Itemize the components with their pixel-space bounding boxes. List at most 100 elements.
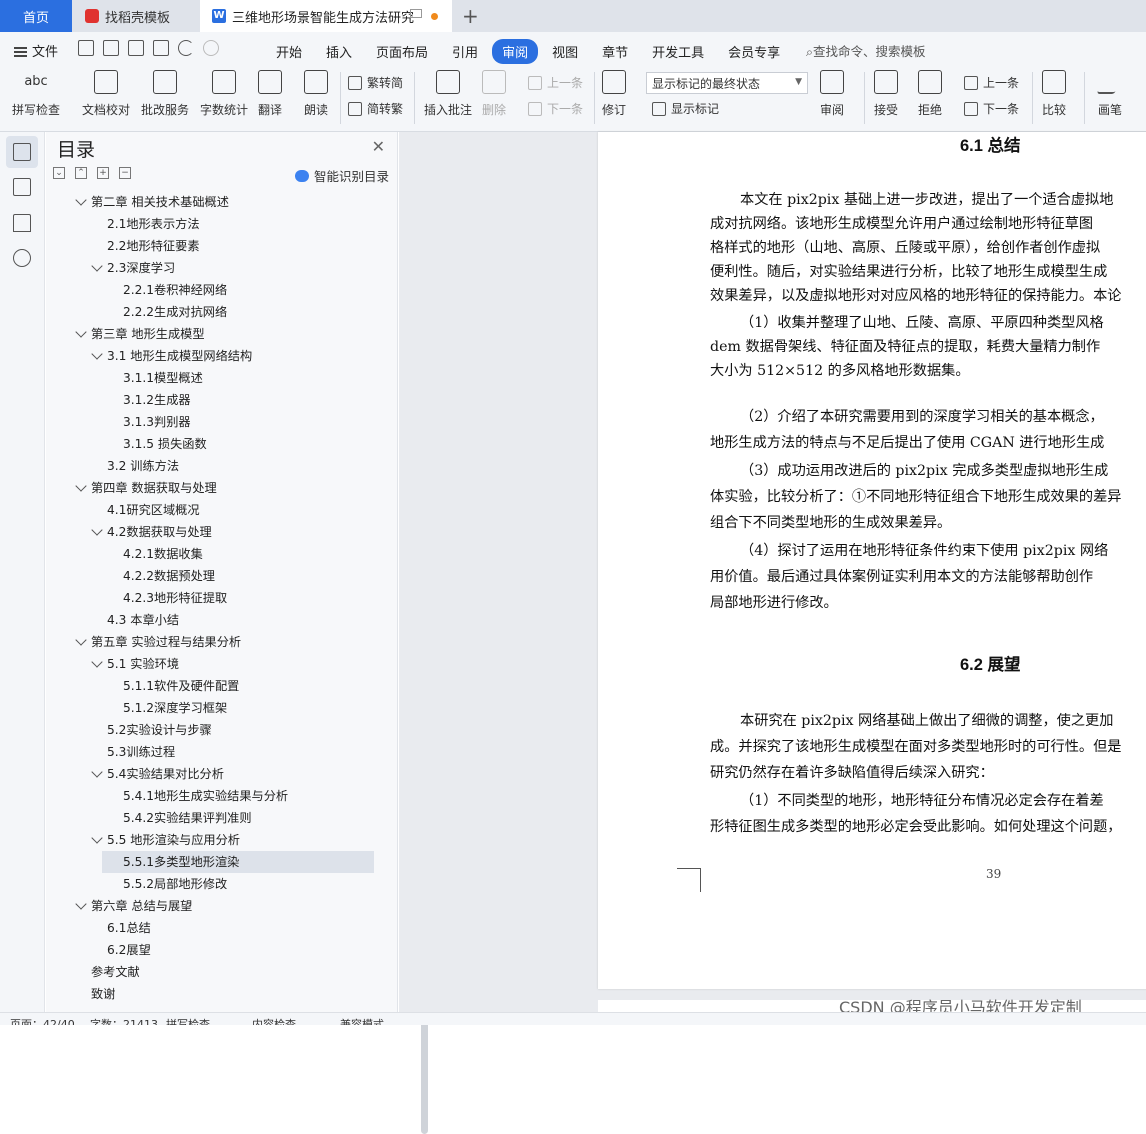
- toc-item[interactable]: 4.2.2数据预处理: [46, 565, 376, 587]
- toc-item[interactable]: 5.3训练过程: [46, 741, 376, 763]
- menu-review[interactable]: 审阅: [492, 39, 539, 64]
- toc-item[interactable]: 6.2展望: [46, 939, 376, 961]
- collapse-up-icon[interactable]: ⌃: [75, 167, 87, 179]
- chevron-down-icon[interactable]: [91, 348, 103, 360]
- toc-item[interactable]: 5.2实验设计与步骤: [46, 719, 376, 741]
- collapse-minus-icon[interactable]: −: [119, 167, 131, 179]
- prev-change-button[interactable]: 上一条: [964, 74, 1019, 91]
- doc-check-button[interactable]: 文档校对: [82, 70, 130, 118]
- next-comment-button[interactable]: 下一条: [528, 100, 583, 117]
- toc-item[interactable]: 第二章 相关技术基础概述: [46, 191, 376, 213]
- menu-member[interactable]: 会员专享: [728, 39, 780, 64]
- toc-item[interactable]: 4.2.3地形特征提取: [46, 587, 376, 609]
- tab-document[interactable]: W 三维地形场景智能生成方法研究: [200, 0, 452, 32]
- prev-comment-button[interactable]: 上一条: [528, 74, 583, 91]
- menu-references[interactable]: 引用: [452, 39, 478, 64]
- print-icon[interactable]: [128, 40, 144, 56]
- toc-item[interactable]: 4.3 本章小结: [46, 609, 376, 631]
- toc-item[interactable]: 5.1 实验环境: [46, 653, 376, 675]
- toc-item[interactable]: 5.4.1地形生成实验结果与分析: [46, 785, 376, 807]
- translate-button[interactable]: 翻译: [258, 70, 282, 118]
- compare-button[interactable]: 比较: [1042, 70, 1066, 118]
- toc-item[interactable]: 第三章 地形生成模型: [46, 323, 376, 345]
- new-tab-plus-icon[interactable]: +: [462, 4, 479, 28]
- spellcheck-button[interactable]: abc 拼写检查: [12, 70, 60, 118]
- chevron-down-icon[interactable]: [75, 898, 87, 910]
- chevron-down-icon[interactable]: [91, 260, 103, 272]
- redo-icon[interactable]: [203, 40, 219, 56]
- toc-item[interactable]: 3.1 地形生成模型网络结构: [46, 345, 376, 367]
- collapse-down-icon[interactable]: ⌄: [53, 167, 65, 179]
- show-markup-button[interactable]: 显示标记: [652, 100, 719, 117]
- monitor-icon[interactable]: [410, 9, 422, 18]
- toc-item[interactable]: 3.1.5 损失函数: [46, 433, 376, 455]
- revise-button[interactable]: 修订: [602, 70, 626, 118]
- review-pane-button[interactable]: 审阅: [820, 70, 844, 118]
- toc-item[interactable]: 4.2.1数据收集: [46, 543, 376, 565]
- toc-item[interactable]: 2.1地形表示方法: [46, 213, 376, 235]
- chevron-down-icon[interactable]: [75, 326, 87, 338]
- insert-comment-button[interactable]: 插入批注: [424, 70, 472, 118]
- chevron-down-icon[interactable]: [75, 480, 87, 492]
- simp-to-trad-button[interactable]: 简转繁: [348, 100, 403, 117]
- toc-item[interactable]: 3.1.2生成器: [46, 389, 376, 411]
- toc-item[interactable]: 2.3深度学习: [46, 257, 376, 279]
- tab-template[interactable]: 找稻壳模板: [73, 0, 199, 32]
- tab-home[interactable]: 首页: [0, 0, 72, 32]
- toc-item[interactable]: 2.2.1卷积神经网络: [46, 279, 376, 301]
- save-icon[interactable]: [78, 40, 94, 56]
- toc-item[interactable]: 5.4实验结果对比分析: [46, 763, 376, 785]
- chevron-down-icon[interactable]: [75, 634, 87, 646]
- print-preview-icon[interactable]: [153, 40, 169, 56]
- bookmark-icon[interactable]: [13, 214, 31, 232]
- toc-item[interactable]: 5.5 地形渲染与应用分析: [46, 829, 376, 851]
- toc-item[interactable]: 第六章 总结与展望: [46, 895, 376, 917]
- next-change-button[interactable]: 下一条: [964, 100, 1019, 117]
- chevron-down-icon[interactable]: [75, 194, 87, 206]
- menu-view[interactable]: 视图: [552, 39, 578, 64]
- undo-icon[interactable]: [178, 40, 194, 56]
- toc-item[interactable]: 第四章 数据获取与处理: [46, 477, 376, 499]
- toc-item[interactable]: 5.1.2深度学习框架: [46, 697, 376, 719]
- toc-item[interactable]: 4.1研究区域概况: [46, 499, 376, 521]
- chevron-down-icon[interactable]: [91, 656, 103, 668]
- toc-item[interactable]: 参考文献: [46, 961, 376, 983]
- toc-item[interactable]: 第五章 实验过程与结果分析: [46, 631, 376, 653]
- export-pdf-icon[interactable]: [103, 40, 119, 56]
- chapter-nav-icon[interactable]: [13, 178, 31, 196]
- word-count-button[interactable]: 字数统计: [200, 70, 248, 118]
- search-icon[interactable]: [13, 249, 31, 267]
- toc-item[interactable]: 2.2.2生成对抗网络: [46, 301, 376, 323]
- read-aloud-button[interactable]: 朗读: [304, 70, 328, 118]
- toc-panel-icon[interactable]: [13, 143, 31, 161]
- toc-item[interactable]: 5.4.2实验结果评判准则: [46, 807, 376, 829]
- smart-toc-button[interactable]: 智能识别目录: [294, 166, 389, 185]
- toc-item[interactable]: 致谢: [46, 983, 376, 1005]
- toc-item[interactable]: 5.1.1软件及硬件配置: [46, 675, 376, 697]
- markup-state-select[interactable]: 显示标记的最终状态 ▼: [646, 72, 808, 94]
- menu-chapter[interactable]: 章节: [602, 39, 628, 64]
- expand-plus-icon[interactable]: +: [97, 167, 109, 179]
- toc-item[interactable]: 3.1.1模型概述: [46, 367, 376, 389]
- chevron-down-icon[interactable]: [91, 832, 103, 844]
- toc-item[interactable]: 6.1总结: [46, 917, 376, 939]
- command-search[interactable]: ⌕查找命令、搜索模板: [806, 41, 926, 60]
- toc-item[interactable]: 3.1.3判别器: [46, 411, 376, 433]
- status-page[interactable]: 页面：42/40: [10, 1016, 75, 1025]
- delete-comment-button[interactable]: 删除: [482, 70, 506, 118]
- trad-to-simp-button[interactable]: 繁转简: [348, 74, 403, 91]
- reject-button[interactable]: 拒绝: [918, 70, 942, 118]
- status-words[interactable]: 字数：21413: [90, 1016, 158, 1025]
- close-icon[interactable]: ✕: [372, 137, 385, 156]
- toc-item[interactable]: 3.2 训练方法: [46, 455, 376, 477]
- toc-item[interactable]: 5.5.2局部地形修改: [46, 873, 376, 895]
- menu-start[interactable]: 开始: [276, 39, 302, 64]
- menu-insert[interactable]: 插入: [326, 39, 352, 64]
- menu-developer[interactable]: 开发工具: [652, 39, 704, 64]
- toc-item[interactable]: 5.5.1多类型地形渲染: [102, 851, 374, 873]
- ink-pen-button[interactable]: 画笔: [1096, 70, 1124, 118]
- status-content-check[interactable]: 内容检查: [252, 1016, 296, 1025]
- chevron-down-icon[interactable]: [91, 524, 103, 536]
- toc-item[interactable]: 2.2地形特征要素: [46, 235, 376, 257]
- batch-service-button[interactable]: 批改服务: [141, 70, 189, 118]
